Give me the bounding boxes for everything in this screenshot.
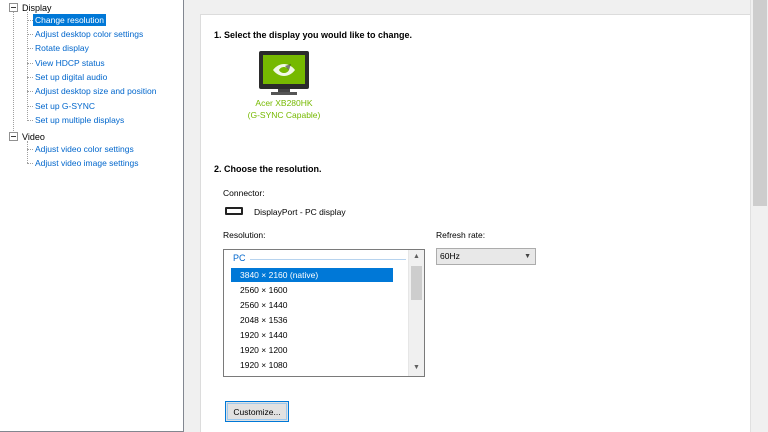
resolution-option[interactable]: 1920 × 1080 xyxy=(231,358,393,372)
step2-heading: 2. Choose the resolution. xyxy=(214,164,322,174)
navigation-tree: Display Change resolution Adjust desktop… xyxy=(0,0,184,432)
content-pane: 1. Select the display you would like to … xyxy=(200,14,752,432)
collapse-icon[interactable] xyxy=(9,132,18,141)
resolution-group-header: PC xyxy=(233,253,246,263)
resolution-label: Resolution: xyxy=(223,230,266,240)
tree-item-adjust-video-image[interactable]: Adjust video image settings xyxy=(33,157,140,169)
displayport-icon xyxy=(225,207,243,215)
display-name: Acer XB280HK xyxy=(255,98,313,108)
tree-item-rotate-display[interactable]: Rotate display xyxy=(33,42,91,54)
tree-connector-line xyxy=(27,12,28,121)
tree-category-display[interactable]: Display xyxy=(9,1,52,14)
scroll-thumb[interactable] xyxy=(753,0,767,206)
tree-item-set-up-digital-audio[interactable]: Set up digital audio xyxy=(33,71,109,83)
resolution-option[interactable]: 2048 × 1536 xyxy=(231,313,393,327)
display-selector[interactable] xyxy=(259,51,309,95)
tree-connector-line xyxy=(13,12,14,135)
resolution-option[interactable]: 3840 × 2160 (native) xyxy=(231,268,393,282)
refresh-rate-value: 60Hz xyxy=(440,251,460,261)
tree-item-change-resolution[interactable]: Change resolution xyxy=(33,14,106,26)
monitor-icon xyxy=(259,51,309,89)
tree-item-view-hdcp-status[interactable]: View HDCP status xyxy=(33,57,107,69)
connector-label: Connector: xyxy=(223,188,265,198)
resolution-option[interactable]: 2560 × 1440 xyxy=(231,298,393,312)
scroll-down-icon[interactable]: ▼ xyxy=(413,364,420,371)
tree-connector-line xyxy=(27,141,28,163)
resolution-option[interactable]: 1920 × 1200 xyxy=(231,343,393,357)
tree-item-adjust-desktop-size[interactable]: Adjust desktop size and position xyxy=(33,85,158,97)
scroll-up-icon[interactable]: ▲ xyxy=(413,253,420,260)
resolution-list[interactable]: PC 3840 × 2160 (native) 2560 × 1600 2560… xyxy=(223,249,425,377)
tree-category-label: Display xyxy=(22,2,52,13)
tree-item-set-up-multiple-displays[interactable]: Set up multiple displays xyxy=(33,114,126,126)
chevron-down-icon: ▼ xyxy=(524,253,531,260)
tree-item-adjust-desktop-color[interactable]: Adjust desktop color settings xyxy=(33,28,145,40)
resolution-option[interactable]: 1920 × 1440 xyxy=(231,328,393,342)
refresh-rate-label: Refresh rate: xyxy=(436,230,486,240)
tree-item-adjust-video-color[interactable]: Adjust video color settings xyxy=(33,143,136,155)
resolution-option[interactable]: 2560 × 1600 xyxy=(231,283,393,297)
tree-category-label: Video xyxy=(22,131,45,142)
page-scrollbar[interactable] xyxy=(750,0,768,432)
nvidia-eye-icon xyxy=(273,63,295,76)
step1-heading: 1. Select the display you would like to … xyxy=(214,30,413,40)
connector-value: DisplayPort - PC display xyxy=(254,207,346,217)
scroll-thumb[interactable] xyxy=(411,266,422,300)
refresh-rate-dropdown[interactable]: 60Hz ▼ xyxy=(436,248,536,265)
resolution-list-scrollbar[interactable]: ▲ ▼ xyxy=(408,250,424,376)
collapse-icon[interactable] xyxy=(9,3,18,12)
display-capability: (G-SYNC Capable) xyxy=(247,110,321,120)
tree-item-set-up-gsync[interactable]: Set up G-SYNC xyxy=(33,100,97,112)
customize-button[interactable]: Customize... xyxy=(225,401,289,422)
